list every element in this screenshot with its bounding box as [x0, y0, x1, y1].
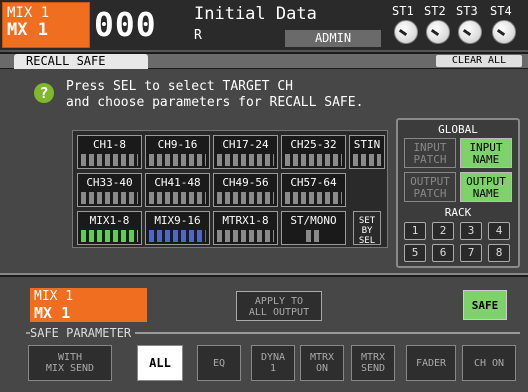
channel-name: MX 1: [7, 20, 48, 40]
input-name-button[interactable]: INPUT NAME: [460, 138, 512, 168]
output-patch-button[interactable]: OUTPUT PATCH: [404, 172, 456, 202]
instruction-text: Press SEL to select TARGET CH and choose…: [66, 79, 364, 110]
grid-cell-stin[interactable]: STIN: [349, 135, 385, 169]
cell-label: MIX1-8: [89, 214, 130, 227]
set-by-sel-button[interactable]: SET BY SEL: [353, 211, 381, 246]
scene-read-only-flag: R: [194, 28, 202, 43]
selected-channel-display[interactable]: MIX 1 MX 1: [2, 2, 90, 48]
grid-cell-mix1-8[interactable]: MIX1-8: [77, 211, 142, 245]
grid-cell-st-mono[interactable]: ST/MONO: [281, 211, 346, 245]
cell-label: CH25-32: [290, 138, 337, 151]
grid-cell-ch33-40[interactable]: CH33-40: [77, 173, 142, 207]
safe-parameter-title: SAFE PARAMETER: [30, 326, 136, 340]
global-panel: GLOBAL INPUT PATCH INPUT NAME OUTPUT PAT…: [396, 118, 520, 268]
cell-label: CH9-16: [157, 138, 198, 151]
rack-title: RACK: [444, 206, 472, 219]
cell-label: ST/MONO: [290, 214, 337, 227]
rack-6-button[interactable]: 6: [432, 244, 454, 262]
scene-name: Initial Data: [194, 4, 317, 24]
grid-cell-mtrx1-8[interactable]: MTRX1-8: [213, 211, 278, 245]
cell-label: CH57-64: [290, 176, 337, 189]
mtrx-on-button[interactable]: MTRX ON: [300, 345, 344, 381]
rack-7-button[interactable]: 7: [460, 244, 482, 262]
st3-knob-icon[interactable]: [458, 20, 482, 44]
rack-8-button[interactable]: 8: [488, 244, 510, 262]
dyna1-button[interactable]: DYNA 1: [251, 345, 295, 381]
meter-bars: [217, 230, 274, 242]
st1-knob-icon[interactable]: [394, 20, 418, 44]
global-title: GLOBAL: [438, 123, 478, 136]
grid-cell-ch25-32[interactable]: CH25-32: [281, 135, 346, 169]
st4-knob-icon[interactable]: [492, 20, 516, 44]
meter-bars: [149, 230, 206, 242]
grid-cell-ch41-48[interactable]: CH41-48: [145, 173, 210, 207]
rack-2-button[interactable]: 2: [432, 222, 454, 240]
ch-on-button[interactable]: CH ON: [462, 345, 516, 381]
rack-3-button[interactable]: 3: [460, 222, 482, 240]
rack-4-button[interactable]: 4: [488, 222, 510, 240]
st1-label: ST1: [392, 4, 414, 18]
meter-bars: [81, 154, 138, 166]
tab-recall-safe[interactable]: RECALL SAFE: [14, 54, 148, 69]
scene-number[interactable]: 000: [94, 5, 157, 44]
st2-label: ST2: [424, 4, 446, 18]
cell-label: CH33-40: [86, 176, 133, 189]
grid-cell-mix9-16[interactable]: MIX9-16: [145, 211, 210, 245]
meter-bars: [81, 230, 138, 242]
selected-channel-id: MIX 1: [34, 289, 74, 304]
meter-bars: [306, 230, 321, 242]
rack-5-button[interactable]: 5: [404, 244, 426, 262]
cell-label: MTRX1-8: [222, 214, 269, 227]
grid-cell-ch57-64[interactable]: CH57-64: [281, 173, 346, 207]
grid-cell-ch17-24[interactable]: CH17-24: [213, 135, 278, 169]
selected-channel-name: MX 1: [34, 304, 71, 322]
cell-label: STIN: [353, 138, 381, 151]
fader-button[interactable]: FADER: [406, 345, 456, 381]
with-mix-send-button[interactable]: WITH MIX SEND: [28, 345, 112, 381]
grid-cell-ch9-16[interactable]: CH9-16: [145, 135, 210, 169]
cell-label: CH17-24: [222, 138, 269, 151]
st4-label: ST4: [490, 4, 512, 18]
apply-to-all-output-button[interactable]: APPLY TO ALL OUTPUT: [236, 291, 322, 321]
meter-bars: [149, 192, 206, 204]
safe-button[interactable]: SAFE: [463, 290, 507, 320]
output-name-button[interactable]: OUTPUT NAME: [460, 172, 512, 202]
grid-cell-ch1-8[interactable]: CH1-8: [77, 135, 142, 169]
clear-all-button[interactable]: CLEAR ALL: [436, 55, 522, 67]
cell-label: CH41-48: [154, 176, 201, 189]
cell-label: CH1-8: [92, 138, 127, 151]
meter-bars: [81, 192, 138, 204]
all-button[interactable]: ALL: [137, 345, 183, 381]
grid-cell-ch49-56[interactable]: CH49-56: [213, 173, 278, 207]
mtrx-send-button[interactable]: MTRX SEND: [351, 345, 395, 381]
cell-label: CH49-56: [222, 176, 269, 189]
st2-knob-icon[interactable]: [426, 20, 450, 44]
help-question-icon: ?: [34, 83, 54, 103]
input-patch-button[interactable]: INPUT PATCH: [404, 138, 456, 168]
cell-label: MIX9-16: [154, 214, 201, 227]
st3-label: ST3: [456, 4, 478, 18]
rack-1-button[interactable]: 1: [404, 222, 426, 240]
meter-bars: [285, 192, 342, 204]
meter-bars: [353, 154, 381, 166]
meter-bars: [217, 192, 274, 204]
channel-grid: CH1-8 CH9-16 CH17-24 CH25-32 STIN CH33-4…: [72, 130, 388, 248]
selected-channel-box: MIX 1 MX 1: [30, 288, 147, 322]
meter-bars: [285, 154, 342, 166]
meter-bars: [149, 154, 206, 166]
eq-button[interactable]: EQ: [197, 345, 241, 381]
meter-bars: [217, 154, 274, 166]
user-name: ADMIN: [285, 30, 381, 47]
